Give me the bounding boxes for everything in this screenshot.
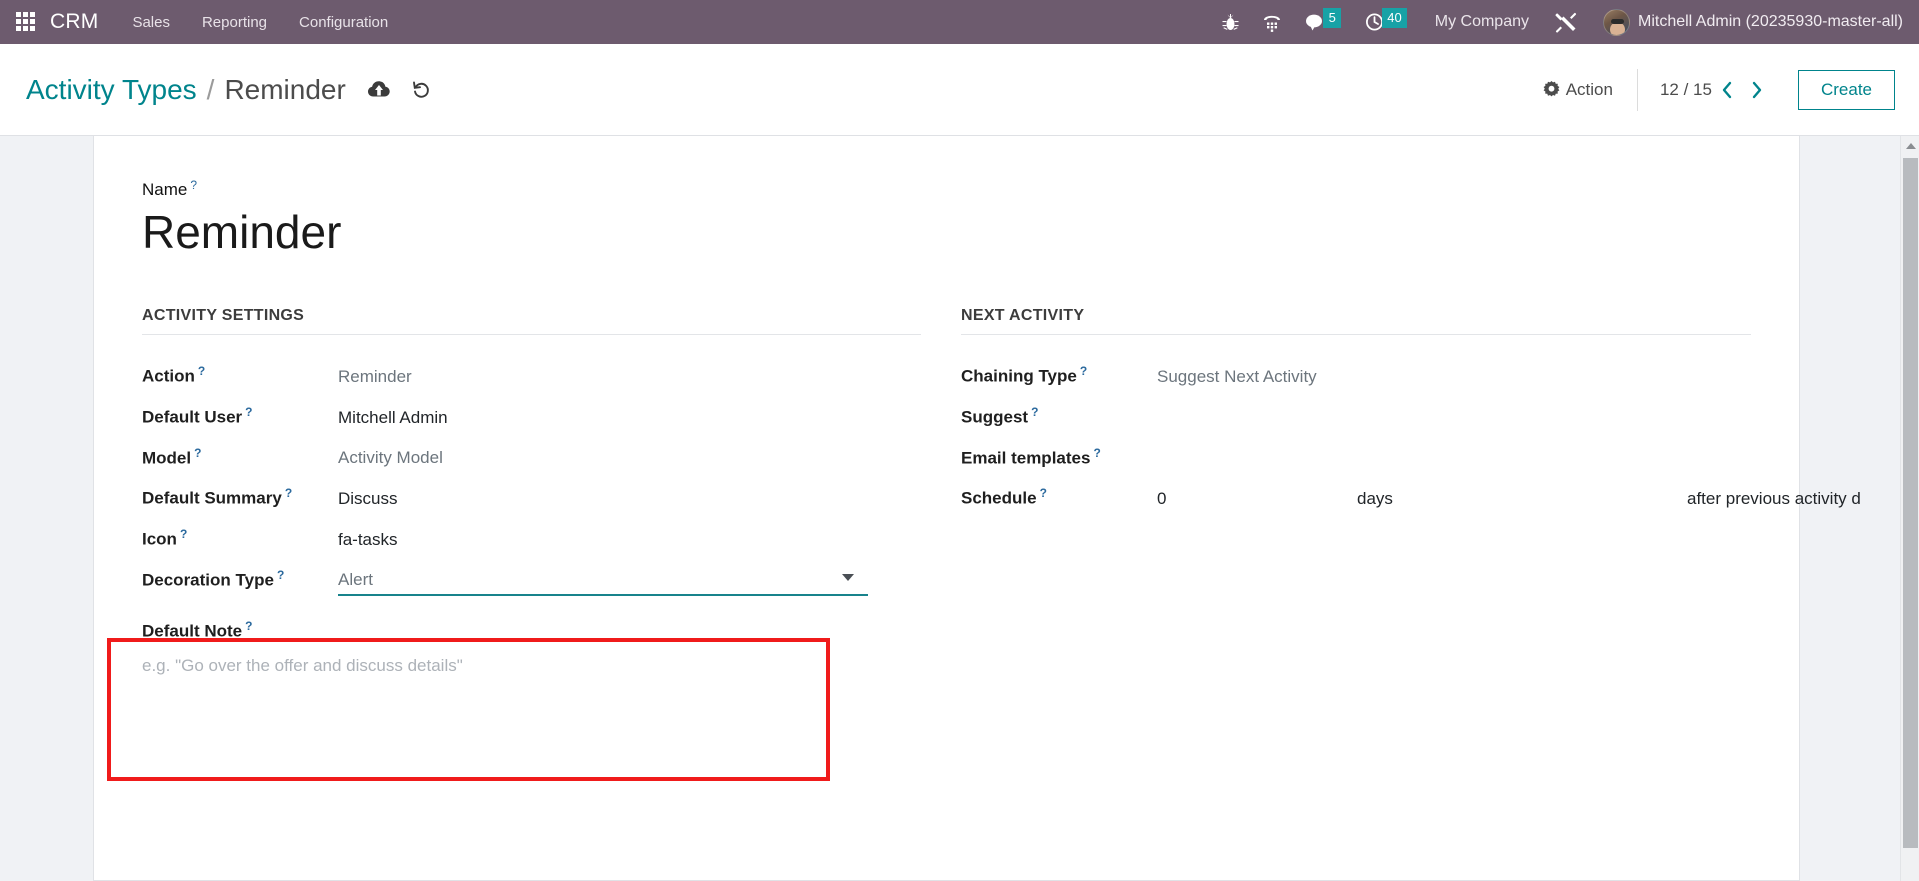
field-model: Model? Activity Model (142, 437, 921, 478)
scroll-up-arrow-icon[interactable] (1901, 136, 1919, 155)
record-title-block: Name? Reminder (142, 178, 1751, 259)
field-value-model[interactable]: Activity Model (338, 448, 443, 468)
decoration-type-select[interactable]: Alert (338, 570, 868, 597)
schedule-tooltip-icon[interactable]: ? (1040, 486, 1047, 500)
field-label-email-templates: Email templates (961, 448, 1091, 468)
model-tooltip-icon[interactable]: ? (194, 446, 201, 460)
field-decoration-type: Decoration Type? Alert (142, 559, 921, 606)
group-title-activity-settings: ACTIVITY SETTINGS (142, 307, 921, 336)
control-panel: Activity Types / Reminder Action 12 / 15… (0, 44, 1919, 136)
chaining-type-tooltip-icon[interactable]: ? (1080, 364, 1087, 378)
content-area: Name? Reminder ACTIVITY SETTINGS Action?… (0, 136, 1919, 881)
create-button[interactable]: Create (1797, 69, 1895, 110)
group-next-activity: NEXT ACTIVITY Chaining Type? Suggest Nex… (961, 307, 1861, 676)
top-navbar: CRM Sales Reporting Configuration 5 40 M… (0, 0, 1919, 44)
field-suggest: Suggest? (961, 396, 1751, 437)
decoration-type-tooltip-icon[interactable]: ? (277, 568, 284, 582)
pager: 12 / 15 (1660, 80, 1772, 100)
field-label-schedule: Schedule (961, 488, 1037, 508)
default-summary-tooltip-icon[interactable]: ? (285, 486, 292, 500)
schedule-unit-select[interactable]: days (1357, 489, 1687, 509)
field-value-default-summary[interactable]: Discuss (338, 489, 398, 509)
field-label-default-note: Default Note (142, 621, 243, 641)
action-label: Action (1565, 79, 1613, 99)
navbar-right-section: 5 40 My Company Mitchell Admin (20235930… (1210, 7, 1919, 37)
activities-counter: 40 (1382, 7, 1407, 28)
app-brand-crm[interactable]: CRM (50, 10, 98, 34)
field-email-templates: Email templates? (961, 437, 1751, 478)
scrollbar-thumb[interactable] (1903, 158, 1918, 848)
suggest-tooltip-icon[interactable]: ? (1031, 405, 1038, 419)
chevron-left-icon[interactable] (1712, 81, 1742, 99)
field-label-icon: Icon (142, 529, 177, 549)
field-value-action[interactable]: Reminder (338, 367, 412, 387)
bug-icon[interactable] (1222, 13, 1239, 32)
name-field-value[interactable]: Reminder (142, 206, 1751, 259)
user-menu[interactable]: Mitchell Admin (20235930-master-all) (1638, 13, 1909, 31)
field-label-model: Model (142, 448, 192, 468)
action-menu-button[interactable]: Action (1529, 74, 1627, 106)
field-label-chaining-type: Chaining Type (961, 366, 1077, 386)
field-label-suggest: Suggest (961, 407, 1029, 427)
field-action: Action? Reminder (142, 355, 921, 396)
gear-icon (1543, 81, 1560, 98)
chevron-down-icon (842, 574, 854, 582)
control-panel-right: Action 12 / 15 Create (1529, 44, 1919, 135)
messaging-menu[interactable]: 5 (1305, 7, 1342, 37)
cloud-upload-icon[interactable] (367, 81, 390, 98)
nav-menu-sales[interactable]: Sales (130, 10, 172, 35)
form-sheet: Name? Reminder ACTIVITY SETTINGS Action?… (93, 136, 1861, 881)
undo-icon[interactable] (412, 81, 431, 99)
field-default-summary: Default Summary? Discuss (142, 477, 921, 518)
pager-value: 12 / 15 (1659, 79, 1712, 99)
nav-menu-configuration[interactable]: Configuration (297, 10, 390, 35)
field-label-default-summary: Default Summary (142, 488, 282, 508)
vertical-scrollbar[interactable] (1900, 136, 1919, 881)
field-value-decoration-type: Alert (338, 570, 373, 590)
field-schedule: Schedule? 0 days after previous activity… (961, 477, 1861, 518)
action-tooltip-icon[interactable]: ? (198, 364, 205, 378)
breadcrumb-separator: / (206, 73, 215, 105)
field-value-chaining-type[interactable]: Suggest Next Activity (1157, 367, 1317, 387)
field-default-user: Default User? Mitchell Admin (142, 396, 921, 437)
name-field-label: Name (142, 180, 188, 200)
field-value-default-user[interactable]: Mitchell Admin (338, 408, 448, 428)
icon-tooltip-icon[interactable]: ? (180, 527, 187, 541)
field-icon: Icon? fa-tasks (142, 518, 921, 559)
field-label-decoration-type: Decoration Type (142, 570, 274, 590)
field-value-icon[interactable]: fa-tasks (338, 530, 398, 550)
field-label-action: Action (142, 366, 195, 386)
breadcrumb-current-reminder: Reminder (224, 73, 346, 105)
field-chaining-type: Chaining Type? Suggest Next Activity (961, 355, 1751, 396)
group-activity-settings: ACTIVITY SETTINGS Action? Reminder Defau… (142, 307, 921, 676)
messaging-counter: 5 (1323, 7, 1342, 28)
default-note-input[interactable]: e.g. "Go over the offer and discuss deta… (142, 656, 921, 676)
default-note-tooltip-icon[interactable]: ? (245, 619, 252, 633)
schedule-interval-input[interactable]: 0 (1157, 489, 1357, 509)
form-columns: ACTIVITY SETTINGS Action? Reminder Defau… (142, 307, 1861, 676)
group-title-next-activity: NEXT ACTIVITY (961, 307, 1751, 336)
default-user-tooltip-icon[interactable]: ? (245, 405, 252, 419)
schedule-trigger-select[interactable]: after previous activity d (1687, 489, 1861, 509)
name-tooltip-icon[interactable]: ? (190, 178, 197, 192)
email-templates-tooltip-icon[interactable]: ? (1093, 446, 1100, 460)
chevron-right-icon[interactable] (1742, 81, 1772, 99)
activities-menu[interactable]: 40 (1365, 7, 1407, 37)
control-panel-divider (1636, 68, 1638, 111)
field-label-default-user: Default User (142, 407, 243, 427)
apps-grid-icon[interactable] (16, 12, 36, 32)
nav-menu-reporting[interactable]: Reporting (200, 10, 269, 35)
breadcrumb: Activity Types / Reminder (26, 74, 431, 106)
breadcrumb-parent-activity-types[interactable]: Activity Types (26, 74, 197, 106)
company-switcher[interactable]: My Company (1435, 13, 1529, 31)
field-default-note: Default Note? e.g. "Go over the offer an… (142, 619, 921, 676)
tools-icon[interactable] (1555, 12, 1577, 33)
dialpad-icon[interactable] (1263, 13, 1281, 32)
avatar[interactable] (1603, 8, 1630, 36)
